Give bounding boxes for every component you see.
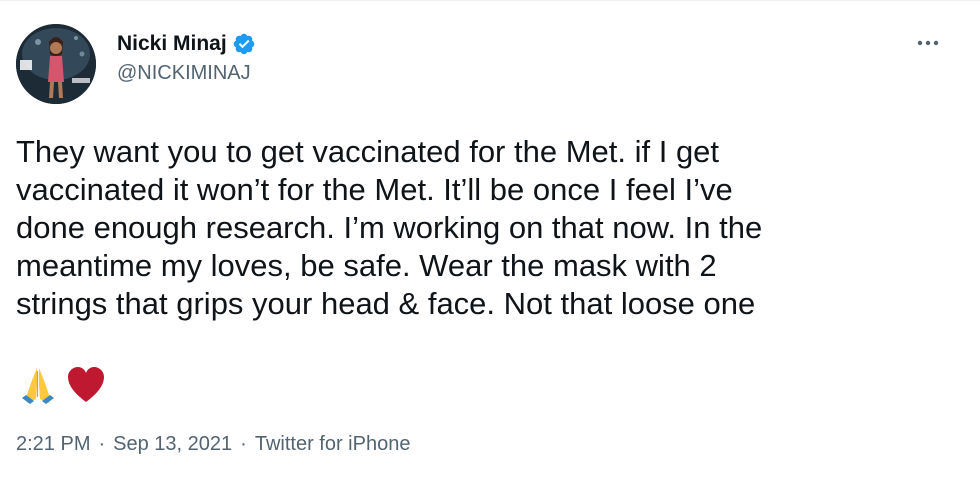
tweet-header: Nicki Minaj @NICKIMINAJ	[16, 21, 964, 105]
red-heart-emoji	[68, 367, 104, 402]
verified-badge-icon	[232, 32, 256, 56]
more-options-button[interactable]	[908, 23, 948, 63]
tweet-source[interactable]: Twitter for iPhone	[255, 433, 411, 456]
author-display-name[interactable]: Nicki Minaj	[117, 32, 227, 56]
tweet-text-line: meantime my loves, be safe. Wear the mas…	[16, 248, 717, 283]
tweet-text: They want you to get vaccinated for the …	[16, 133, 956, 323]
author-handle[interactable]: @NICKIMINAJ	[117, 62, 256, 85]
tweet-text-line: strings that grips your head & face. Not…	[16, 286, 756, 321]
tweet-emojis	[18, 363, 106, 407]
folded-hands-emoji	[22, 368, 54, 404]
avatar[interactable]	[16, 24, 96, 104]
tweet-meta: 2:21 PM · Sep 13, 2021 · Twitter for iPh…	[16, 433, 410, 456]
tweet-date[interactable]: Sep 13, 2021	[113, 433, 232, 456]
tweet-card: Nicki Minaj @NICKIMINAJ They want you to…	[0, 0, 980, 492]
avatar-image	[16, 24, 96, 104]
more-horizontal-icon	[917, 40, 939, 46]
tweet-text-line: vaccinated it won’t for the Met. It’ll b…	[16, 172, 733, 207]
tweet-text-line: done enough research. I’m working on tha…	[16, 210, 763, 245]
author-info: Nicki Minaj @NICKIMINAJ	[117, 29, 256, 85]
tweet-time[interactable]: 2:21 PM	[16, 433, 90, 456]
meta-separator: ·	[240, 433, 247, 455]
meta-separator: ·	[98, 433, 106, 455]
name-row: Nicki Minaj	[117, 29, 256, 59]
tweet-text-line: They want you to get vaccinated for the …	[16, 134, 720, 169]
